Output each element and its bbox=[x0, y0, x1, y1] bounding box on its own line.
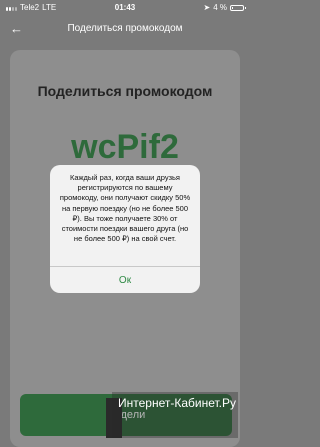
status-bar: Tele2 LTE 01:43 ➤ 4 % bbox=[0, 0, 250, 15]
nav-title: Поделиться промокодом bbox=[67, 23, 183, 34]
battery-icon bbox=[230, 4, 246, 11]
location-icon: ➤ bbox=[203, 3, 211, 12]
alert-message: Каждый раз, когда ваши друзья регистриру… bbox=[59, 173, 191, 244]
battery-percent: 4 % bbox=[213, 3, 227, 12]
nav-bar: ← Поделиться промокодом bbox=[0, 15, 250, 43]
watermark: Интернет-Кабинет.Ру bbox=[112, 392, 238, 438]
status-right: ➤ 4 % bbox=[203, 3, 246, 12]
promo-code: wcPif2 bbox=[71, 128, 179, 166]
ok-button[interactable]: Ок bbox=[50, 267, 200, 293]
page-title: Поделиться промокодом bbox=[37, 83, 213, 99]
info-alert: Каждый раз, когда ваши друзья регистриру… bbox=[50, 165, 200, 293]
